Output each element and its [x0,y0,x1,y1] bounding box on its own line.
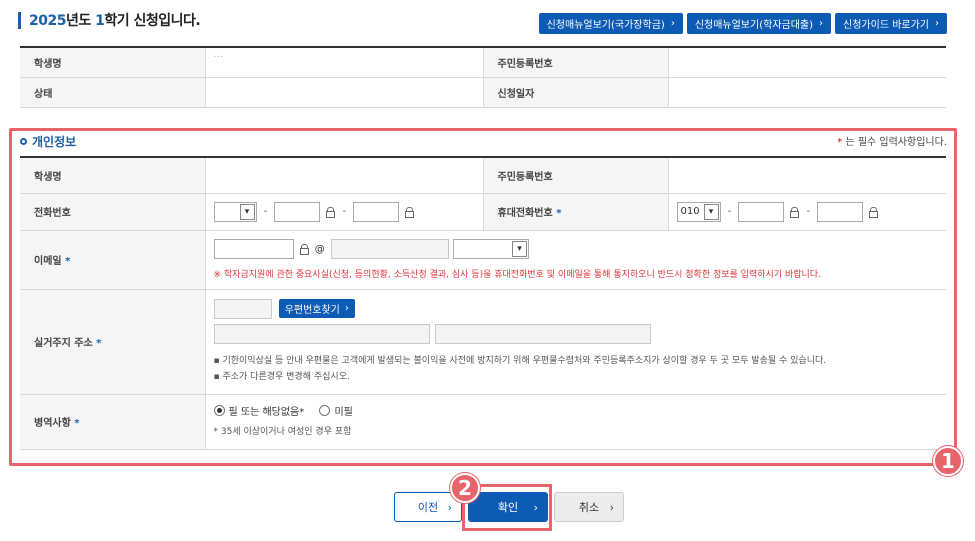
personal-info-highlight [9,128,957,466]
top-button-group: 신청매뉴얼보기(국가장학금) › 신청매뉴얼보기(학자금대출) › 신청가이드 바로… [538,13,947,34]
manual-loan-button[interactable]: 신청매뉴얼보기(학자금대출) › [686,13,832,34]
summary-status-value [204,77,483,108]
student-summary-table: 학생명 ··· 주민등록번호 상태 신청일자 [20,46,946,108]
manual-scholarship-label: 신청매뉴얼보기(국가장학금) [546,20,665,31]
chevron-right-icon: › [819,18,824,29]
guide-shortcut-button[interactable]: 신청가이드 바로가기 › [835,13,947,34]
summary-rrn-label: 주민등록번호 [482,47,668,78]
title-year-suffix: 년도 [65,13,96,29]
summary-date-label: 신청일자 [482,77,668,108]
summary-name-label: 학생명 [20,47,205,78]
manual-loan-label: 신청매뉴얼보기(학자금대출) [694,20,814,31]
manual-scholarship-button[interactable]: 신청매뉴얼보기(국가장학금) › [538,13,683,34]
cancel-button[interactable]: 취소 › [554,492,624,522]
summary-rrn-value [667,47,946,78]
title-accent-bar [18,11,21,29]
step-badge-1: 1 [933,446,963,476]
summary-name-value: ··· [204,47,483,78]
prev-label: 이전 [417,501,439,514]
chevron-right-icon: › [609,500,614,514]
summary-date-value [667,77,946,108]
chevron-right-icon: › [670,18,675,29]
title-year: 2025 [29,13,66,29]
title-term: 1 [95,13,105,29]
title-rest: 학기 신청입니다. [104,13,201,29]
chevron-right-icon: › [935,18,939,29]
cancel-label: 취소 [578,501,600,514]
guide-shortcut-label: 신청가이드 바로가기 [843,20,929,31]
step-badge-2: 2 [450,473,480,503]
chevron-right-icon: › [447,500,452,514]
summary-status-label: 상태 [20,77,205,108]
page-header: 2025년도 1학기 신청입니다. [18,10,201,30]
page-title: 2025년도 1학기 신청입니다. [29,10,201,30]
